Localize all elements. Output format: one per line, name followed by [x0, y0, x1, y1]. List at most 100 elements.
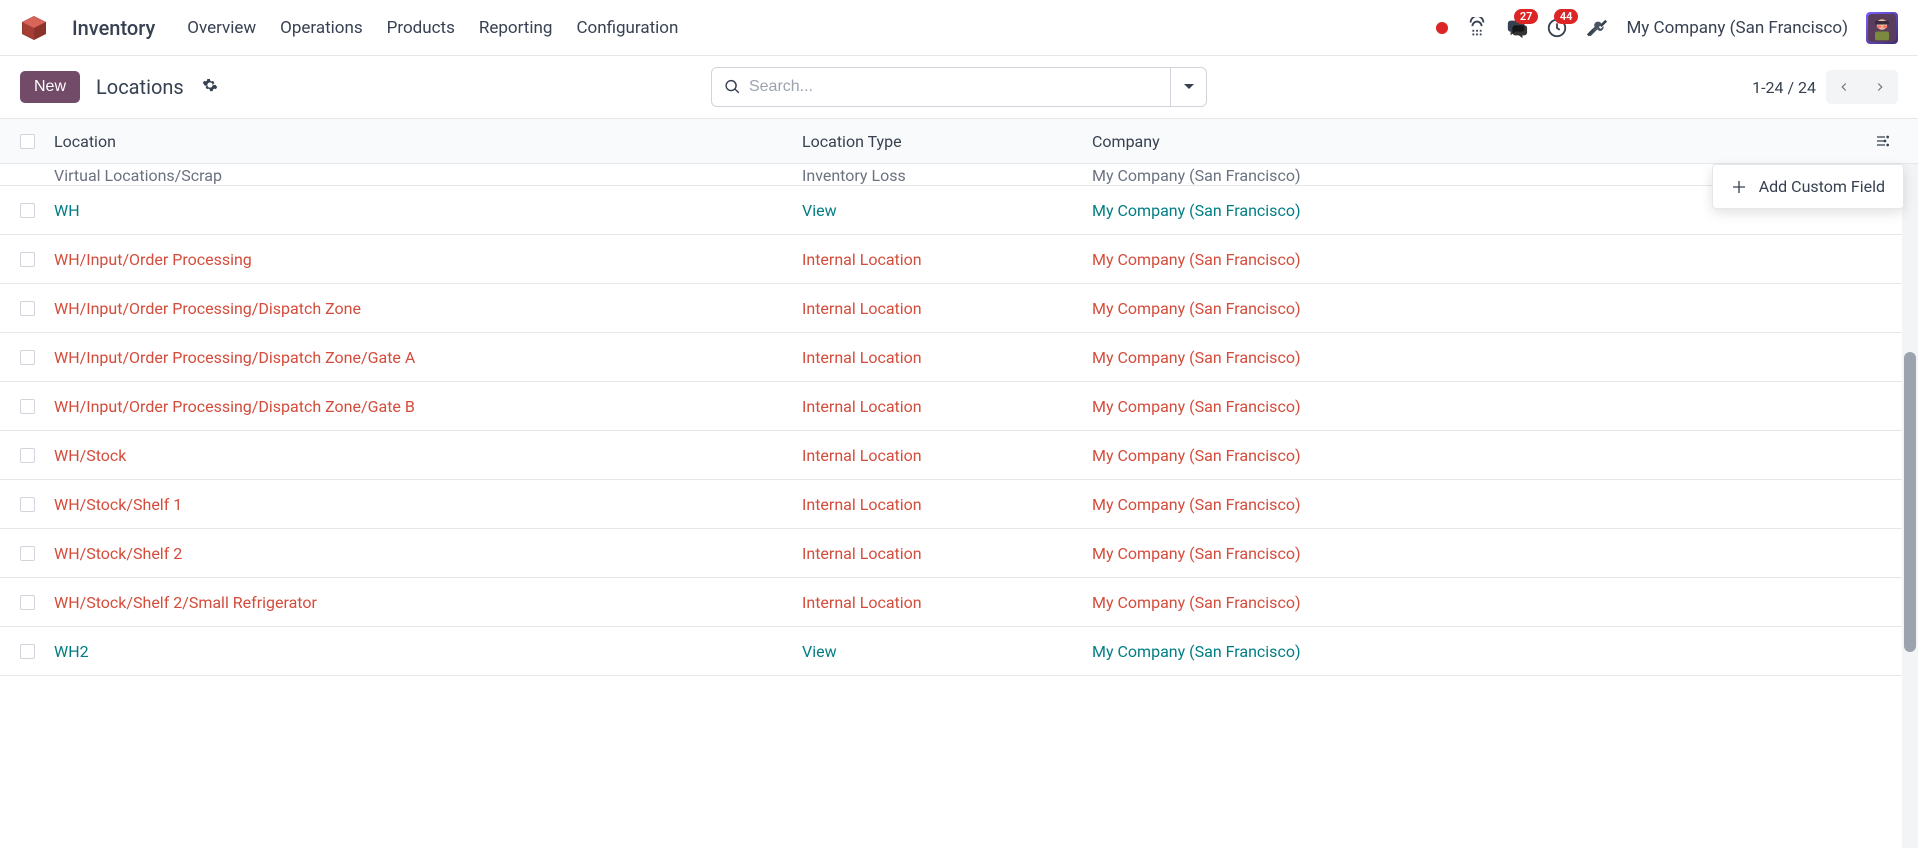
add-custom-field-label: Add Custom Field: [1759, 177, 1885, 196]
table-row[interactable]: Virtual Locations/Scrap Inventory Loss M…: [0, 164, 1918, 186]
pager-buttons: [1826, 70, 1898, 104]
top-nav: Inventory Overview Operations Products R…: [0, 0, 1918, 56]
pager-next-button[interactable]: [1862, 70, 1898, 104]
row-checkbox-wrap: [20, 644, 54, 659]
select-all-checkbox-wrap: [20, 134, 54, 149]
cell-location: Virtual Locations/Scrap: [54, 166, 802, 185]
pager-text[interactable]: 1-24 / 24: [1752, 78, 1816, 97]
cell-type: Internal Location: [802, 593, 1092, 612]
column-header-location[interactable]: Location: [54, 132, 802, 151]
menu-overview[interactable]: Overview: [187, 18, 256, 38]
cell-type: Internal Location: [802, 544, 1092, 563]
table-row[interactable]: WHViewMy Company (San Francisco): [0, 186, 1918, 235]
row-checkbox[interactable]: [20, 546, 35, 561]
app-title[interactable]: Inventory: [72, 16, 155, 40]
table-header: Location Location Type Company: [0, 118, 1918, 164]
cell-type: View: [802, 201, 1092, 220]
row-checkbox[interactable]: [20, 350, 35, 365]
right-controls: 1-24 / 24: [1752, 70, 1898, 104]
row-checkbox[interactable]: [20, 203, 35, 218]
row-checkbox[interactable]: [20, 497, 35, 512]
company-selector[interactable]: My Company (San Francisco): [1626, 18, 1848, 38]
messages-icon[interactable]: 27: [1506, 17, 1528, 39]
cell-type: Internal Location: [802, 250, 1092, 269]
caret-down-icon: [1184, 82, 1194, 92]
select-all-checkbox[interactable]: [20, 134, 35, 149]
phone-icon[interactable]: [1466, 17, 1488, 39]
top-nav-left: Inventory Overview Operations Products R…: [20, 14, 678, 42]
table-row[interactable]: WH/Input/Order Processing/Dispatch ZoneI…: [0, 284, 1918, 333]
cell-type: Internal Location: [802, 348, 1092, 367]
row-checkbox-wrap: [20, 595, 54, 610]
cell-company: My Company (San Francisco): [1092, 397, 1898, 416]
search-dropdown-toggle[interactable]: [1171, 67, 1207, 107]
chevron-left-icon: [1837, 80, 1851, 94]
cell-location: WH/Input/Order Processing/Dispatch Zone/…: [54, 348, 802, 367]
row-checkbox[interactable]: [20, 644, 35, 659]
row-checkbox-wrap: [20, 301, 54, 316]
table-row[interactable]: WH/Stock/Shelf 2/Small RefrigeratorInter…: [0, 578, 1918, 627]
table-body: Virtual Locations/Scrap Inventory Loss M…: [0, 164, 1918, 676]
column-header-type[interactable]: Location Type: [802, 132, 1092, 151]
row-checkbox-wrap: [20, 252, 54, 267]
menu-products[interactable]: Products: [387, 18, 455, 38]
pager-prev-button[interactable]: [1826, 70, 1862, 104]
cell-location: WH/Input/Order Processing/Dispatch Zone/…: [54, 397, 802, 416]
menu-operations[interactable]: Operations: [280, 18, 363, 38]
scroll-thumb[interactable]: [1904, 352, 1916, 652]
row-checkbox[interactable]: [20, 399, 35, 414]
cell-location: WH/Stock/Shelf 2/Small Refrigerator: [54, 593, 802, 612]
row-checkbox[interactable]: [20, 301, 35, 316]
column-settings-icon[interactable]: [1868, 133, 1898, 149]
table-row[interactable]: WH/Input/Order Processing/Dispatch Zone/…: [0, 382, 1918, 431]
activities-icon[interactable]: 44: [1546, 17, 1568, 39]
chevron-right-icon: [1873, 80, 1887, 94]
scrollbar[interactable]: [1902, 132, 1918, 848]
table-row[interactable]: WH/Input/Order ProcessingInternal Locati…: [0, 235, 1918, 284]
top-nav-right: 27 44 My Company (San Francisco): [1436, 12, 1898, 44]
new-button[interactable]: New: [20, 71, 80, 103]
cell-type: Internal Location: [802, 397, 1092, 416]
menu-configuration[interactable]: Configuration: [576, 18, 678, 38]
add-custom-field-menu[interactable]: Add Custom Field: [1712, 164, 1904, 209]
row-checkbox-wrap: [20, 546, 54, 561]
cell-company: My Company (San Francisco): [1092, 446, 1898, 465]
table-row[interactable]: WH/Stock/Shelf 2Internal LocationMy Comp…: [0, 529, 1918, 578]
tools-icon[interactable]: [1586, 17, 1608, 39]
cell-location: WH/Input/Order Processing: [54, 250, 802, 269]
table: Location Location Type Company Virtual L…: [0, 118, 1918, 676]
cell-company: My Company (San Francisco): [1092, 544, 1898, 563]
table-row[interactable]: WH/Input/Order Processing/Dispatch Zone/…: [0, 333, 1918, 382]
cell-location: WH/Stock: [54, 446, 802, 465]
cell-company: My Company (San Francisco): [1092, 495, 1898, 514]
cell-location: WH/Stock/Shelf 2: [54, 544, 802, 563]
user-avatar[interactable]: [1866, 12, 1898, 44]
column-header-company[interactable]: Company: [1092, 132, 1868, 151]
search-box[interactable]: [711, 67, 1171, 107]
search-input[interactable]: [749, 78, 1158, 96]
breadcrumb[interactable]: Locations: [96, 75, 184, 99]
cell-type: Internal Location: [802, 299, 1092, 318]
plus-icon: [1731, 179, 1747, 195]
table-row[interactable]: WH/StockInternal LocationMy Company (San…: [0, 431, 1918, 480]
search-icon: [724, 78, 741, 96]
cell-location: WH/Input/Order Processing/Dispatch Zone: [54, 299, 802, 318]
table-row[interactable]: WH2ViewMy Company (San Francisco): [0, 627, 1918, 676]
cell-company: My Company (San Francisco): [1092, 299, 1898, 318]
control-bar: New Locations 1-24 / 24: [0, 56, 1918, 118]
app-logo-icon[interactable]: [20, 14, 48, 42]
menu-reporting[interactable]: Reporting: [479, 18, 553, 38]
cell-type: Inventory Loss: [802, 166, 1092, 185]
cell-location: WH2: [54, 642, 802, 661]
row-checkbox[interactable]: [20, 595, 35, 610]
cell-company: My Company (San Francisco): [1092, 348, 1898, 367]
row-checkbox-wrap: [20, 399, 54, 414]
gear-icon[interactable]: [202, 77, 218, 97]
cell-location: WH: [54, 201, 802, 220]
cell-type: Internal Location: [802, 495, 1092, 514]
cell-type: View: [802, 642, 1092, 661]
table-row[interactable]: WH/Stock/Shelf 1Internal LocationMy Comp…: [0, 480, 1918, 529]
row-checkbox[interactable]: [20, 448, 35, 463]
row-checkbox[interactable]: [20, 252, 35, 267]
cell-type: Internal Location: [802, 446, 1092, 465]
